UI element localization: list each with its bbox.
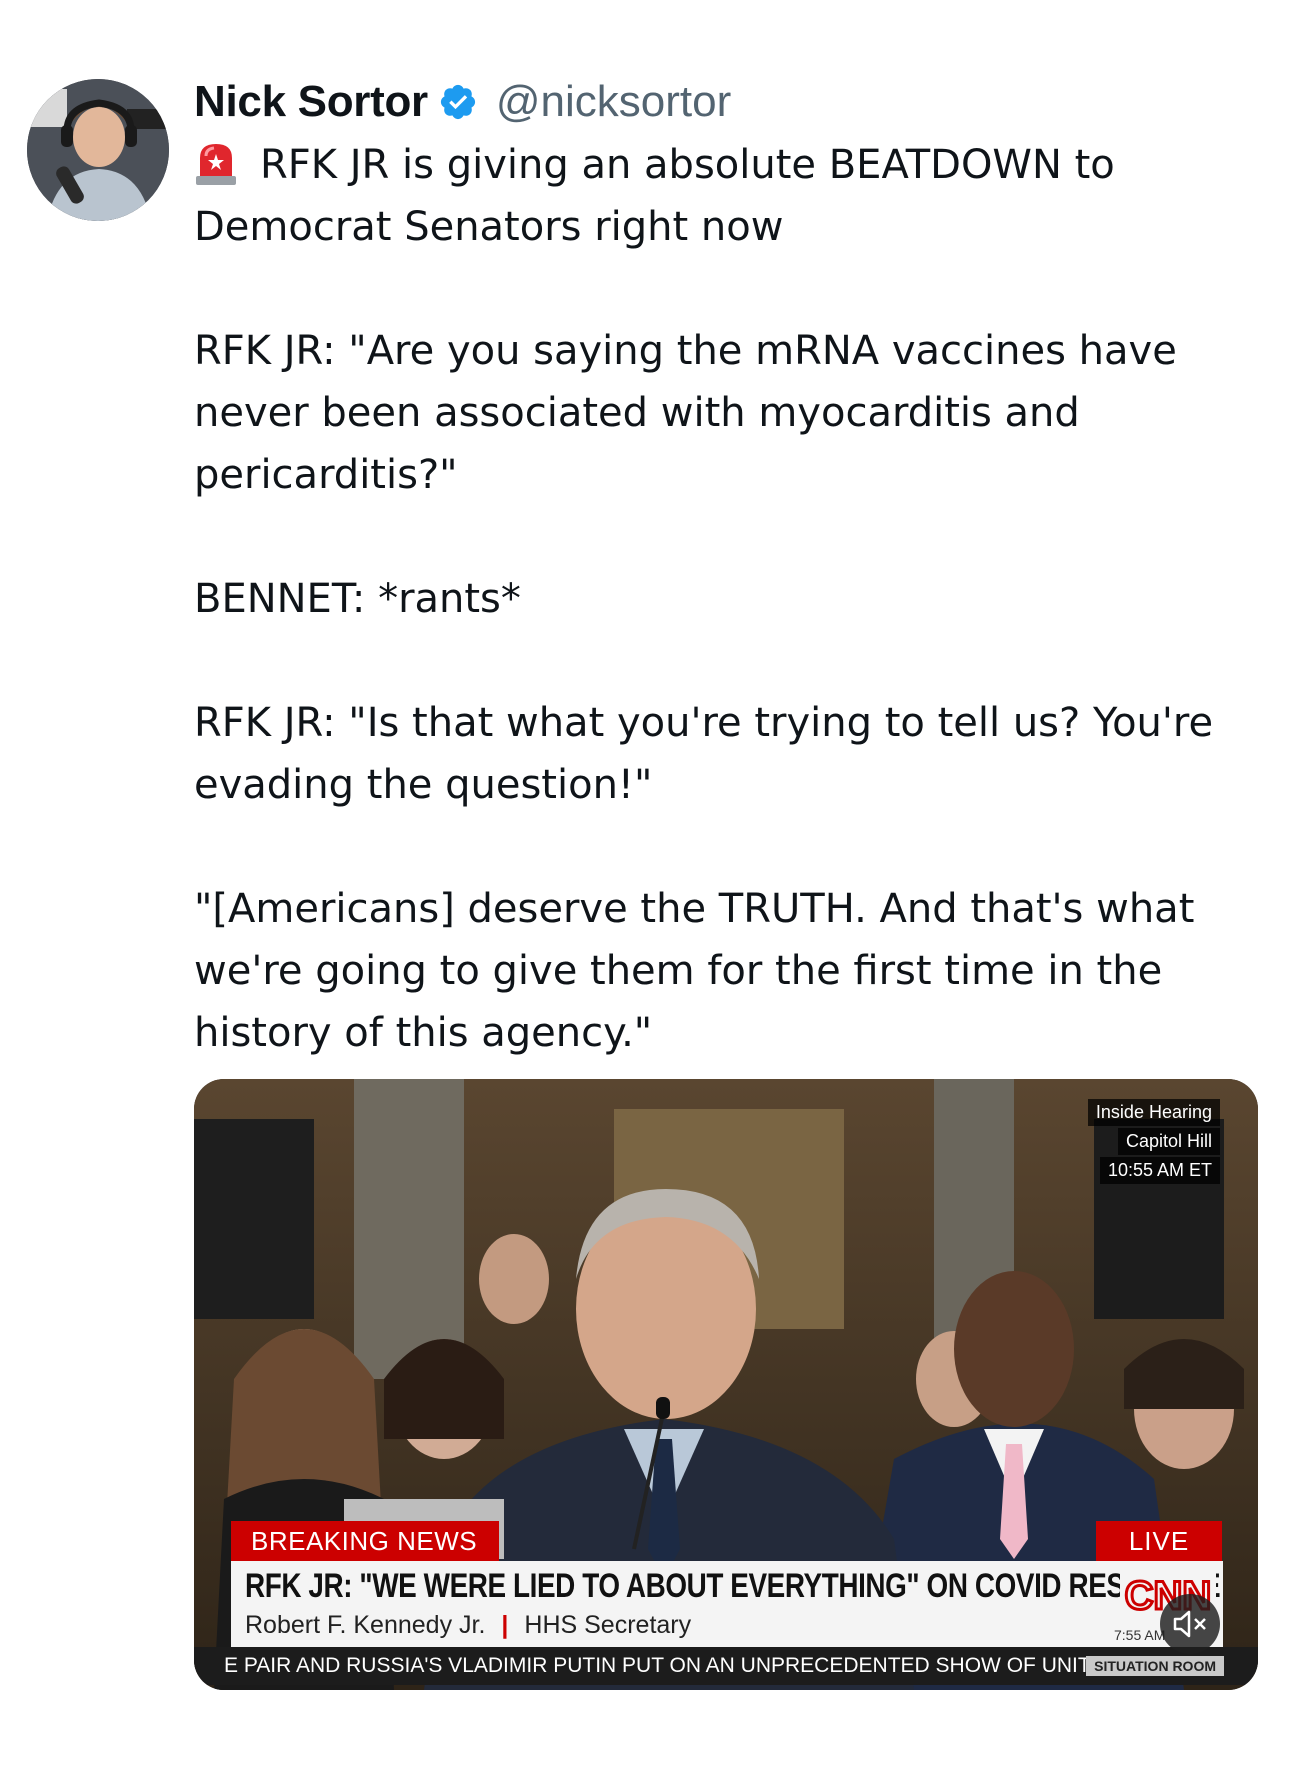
author-name[interactable]: Nick Sortor [194,77,428,127]
breaking-news-label: BREAKING NEWS [231,1521,500,1561]
location-overlay: Inside Hearing Capitol Hill 10:55 AM ET [1087,1099,1220,1186]
tweet-text: RFK JR is giving an absolute BEATDOWN to… [194,134,1274,1064]
chyron-name: Robert F. Kennedy Jr. [245,1611,486,1639]
tweet-paragraph-4: RFK JR: "Is that what you're trying to t… [194,700,1214,808]
overlay-line-1: Inside Hearing [1087,1099,1220,1126]
chyron-separator: | [501,1611,509,1639]
author-handle[interactable]: @nicksortor [496,77,731,127]
tweet-paragraph-3: BENNET: *rants* [194,576,521,622]
tweet-header: Nick Sortor @nicksortor [194,72,731,132]
avatar-photo-icon [27,79,169,221]
chyron-title: HHS Secretary [524,1611,692,1639]
tweet-line-1: RFK JR is giving an absolute BEATDOWN to… [194,134,1274,258]
broadcast-clock: 7:55 AM [1114,1627,1166,1643]
video-player[interactable]: Inside Hearing Capitol Hill 10:55 AM ET … [194,1079,1258,1690]
ticker-text: E PAIR AND RUSSIA'S VLADIMIR PUTIN PUT O… [224,1654,1116,1677]
mute-button[interactable] [1160,1594,1220,1654]
chyron-headline: RFK JR: "WE WERE LIED TO ABOUT EVERYTHIN… [245,1567,1221,1605]
verified-badge-icon [440,84,475,120]
tweet-paragraph-2: RFK JR: "Are you saying the mRNA vaccine… [194,328,1177,498]
tweet-paragraph-5: "[Americans] deserve the TRUTH. And that… [194,886,1195,1056]
live-label: LIVE [1096,1521,1222,1561]
speaker-muted-icon [1173,1610,1206,1638]
news-ticker: E PAIR AND RUSSIA'S VLADIMIR PUTIN PUT O… [194,1647,1258,1685]
author-avatar[interactable] [27,79,169,221]
tweet-headline-text: RFK JR is giving an absolute BEATDOWN to… [194,142,1115,250]
chyron-subline: Robert F. Kennedy Jr. | HHS Secretary [245,1611,691,1640]
siren-emoji-icon [196,144,236,185]
ticker-brand: SITUATION ROOM [1086,1656,1224,1676]
overlay-line-2: Capitol Hill [1117,1128,1220,1155]
tweet[interactable]: Nick Sortor @nicksortor RFK JR is giving… [0,0,1290,1776]
overlay-line-3: 10:55 AM ET [1099,1157,1220,1184]
chyron: RFK JR: "WE WERE LIED TO ABOUT EVERYTHIN… [231,1561,1223,1647]
